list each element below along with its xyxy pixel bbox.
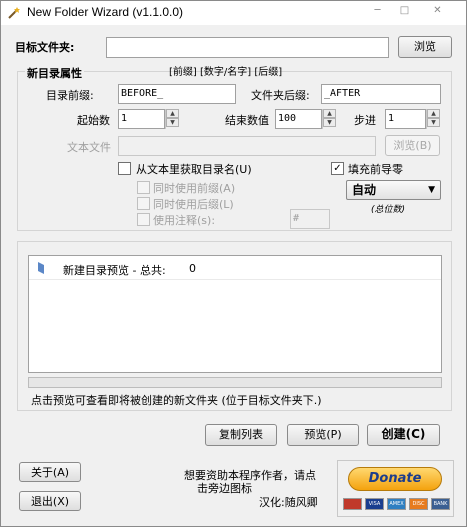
prefix-input[interactable]: BEFORE_ [118, 84, 236, 104]
about-button[interactable]: 关于(A) [19, 462, 81, 482]
preview-total: 0 [189, 262, 196, 275]
translator-credit: 汉化:随风卿 [259, 496, 318, 509]
fill-zero-checkbox[interactable]: ✓ [331, 162, 344, 175]
target-browse-button[interactable]: 浏览 [398, 36, 452, 58]
title-bar[interactable]: New Folder Wizard (v1.1.0.0) ─ □ ✕ [1, 1, 466, 25]
chevron-down-icon: ▼ [428, 185, 435, 195]
donate-text-2: 击旁边图标 [197, 482, 252, 495]
suffix-input[interactable]: _AFTER [321, 84, 441, 104]
suffix-label: 文件夹后缀: [251, 89, 310, 102]
close-button[interactable]: ✕ [424, 2, 451, 20]
textfile-input[interactable] [118, 136, 376, 156]
step-spinner[interactable]: ▲ ▼ [426, 109, 440, 129]
copy-list-button[interactable]: 复制列表 [205, 424, 277, 446]
use-comment-label: 使用注释(s): [153, 214, 216, 227]
create-button[interactable]: 创建(C) [367, 424, 440, 446]
use-suffix-checkbox[interactable] [137, 197, 150, 210]
visa-icon: VISA [365, 498, 384, 510]
maximize-icon: □ [399, 5, 410, 16]
donate-button[interactable]: Donate [348, 467, 442, 491]
preview-list[interactable]: 新建目录预览 - 总共: 0 [28, 255, 442, 373]
digits-label: (总位数) [371, 205, 406, 215]
close-icon: ✕ [433, 5, 442, 16]
preview-header: 新建目录预览 - 总共: 0 [29, 256, 441, 280]
minimize-icon: ─ [374, 5, 381, 16]
comment-input[interactable]: # [290, 209, 330, 229]
fill-zero-label: 填充前导零 [348, 163, 403, 176]
fill-digits-select[interactable]: 自动 ▼ [346, 180, 441, 200]
use-comment-checkbox[interactable] [137, 213, 150, 226]
wand-icon [8, 7, 20, 19]
use-suffix-label: 同时使用后缀(L) [153, 198, 234, 211]
app-window: New Folder Wizard (v1.1.0.0) ─ □ ✕ 目标文件夹… [0, 0, 467, 527]
textfile-browse-button[interactable]: 浏览(B) [385, 135, 440, 156]
start-label: 起始数 [77, 114, 110, 127]
use-prefix-checkbox[interactable] [137, 181, 150, 194]
prefix-label: 目录前缀: [46, 89, 94, 102]
end-input[interactable]: 100 [275, 109, 322, 129]
fill-digits-value: 自动 [352, 183, 377, 197]
format-hint: [前缀] [数字/名字] [后缀] [169, 67, 283, 78]
start-input[interactable]: 1 [118, 109, 165, 129]
maximize-button[interactable]: □ [391, 2, 418, 20]
window-title: New Folder Wizard (v1.1.0.0) [27, 5, 184, 19]
discover-icon: DISC [409, 498, 428, 510]
minimize-button[interactable]: ─ [364, 2, 391, 20]
start-spinner[interactable]: ▲ ▼ [165, 109, 179, 129]
end-label: 结束数值 [225, 114, 269, 127]
folder-icon [38, 262, 44, 274]
from-text-label: 从文本里获取目录名(U) [136, 163, 252, 176]
textfile-label: 文本文件 [67, 141, 111, 154]
mastercard-icon [343, 498, 362, 510]
preview-button[interactable]: 预览(P) [287, 424, 359, 446]
exit-button[interactable]: 退出(X) [19, 491, 81, 511]
preview-title: 新建目录预览 - 总共: [63, 264, 166, 277]
progress-bar [28, 377, 442, 388]
step-input[interactable]: 1 [385, 109, 426, 129]
target-folder-input[interactable] [106, 37, 389, 58]
step-label: 步进 [354, 114, 376, 127]
use-prefix-label: 同时使用前缀(A) [153, 182, 236, 195]
bank-icon: BANK [431, 498, 450, 510]
target-folder-label: 目标文件夹: [15, 41, 75, 54]
from-text-checkbox[interactable] [118, 162, 131, 175]
end-spinner[interactable]: ▲ ▼ [322, 109, 336, 129]
preview-hint: 点击预览可查看即将被创建的新文件夹 (位于目标文件夹下.) [31, 394, 322, 407]
amex-icon: AMEX [387, 498, 406, 510]
new-dir-group-label: 新目录属性 [25, 65, 84, 81]
